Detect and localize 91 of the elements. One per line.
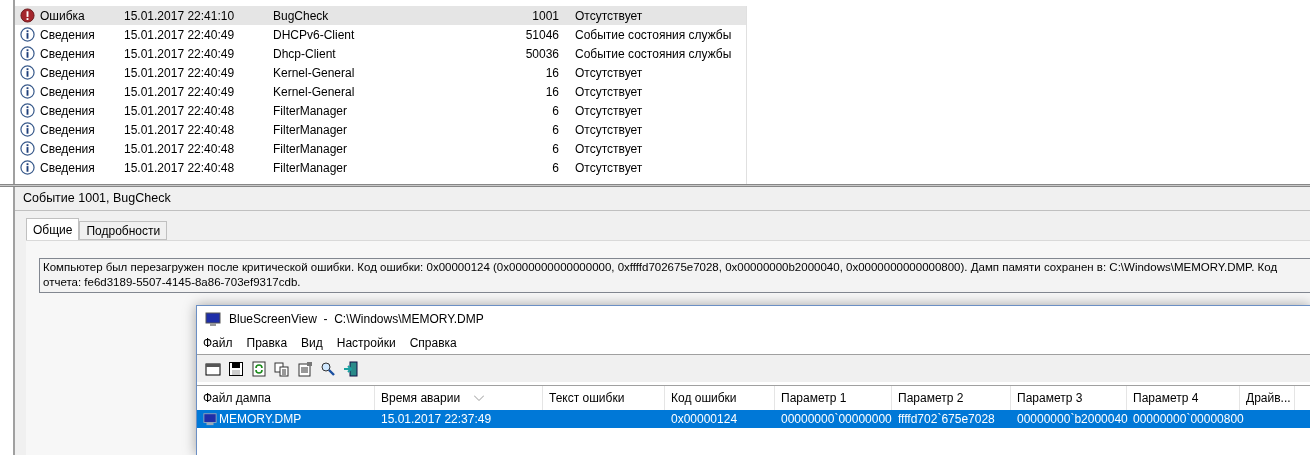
info-icon [20,141,35,156]
category-text: Отсутствует [574,159,643,177]
level-text: Сведения [40,64,96,82]
event-id-text: 6 [551,102,559,120]
event-row[interactable]: Сведения 15.01.2017 22:40:48 FilterManager 6 Отсутствует [15,120,746,139]
source-text: Dhcp-Client [273,45,337,63]
table-cell-text: 00000000`b2000040 [1017,411,1128,428]
source-text: FilterManager [273,159,349,177]
source-text: FilterManager [273,140,349,158]
table-cell-text: 0x00000124 [671,411,738,428]
source-text: FilterManager [273,102,349,120]
info-icon [20,65,35,80]
date-text: 15.01.2017 22:40:49 [124,64,236,82]
category-text: Отсутствует [574,64,643,82]
tab[interactable]: Подробности [79,221,168,240]
level-text: Сведения [40,26,96,44]
info-icon [20,160,35,175]
event-id-text: 1001 [531,7,559,25]
level-text: Сведения [40,140,96,158]
menu-item[interactable]: Вид [301,334,323,352]
category-text: Отсутствует [574,7,643,25]
table-cell-text: 00000000`00000000 [781,411,892,428]
date-text: 15.01.2017 22:40:48 [124,140,236,158]
table-cell-text: MEMORY.DMP [219,411,302,428]
event-id-text: 51046 [524,26,559,44]
menu-item[interactable]: Настройки [336,334,396,352]
save-icon[interactable] [228,360,244,377]
table-cell-text: 00000000`00000800 [1133,411,1244,428]
source-text: BugCheck [273,7,330,25]
sort-icon [474,395,485,401]
info-icon [20,46,35,61]
event-title: Событие 1001, BugCheck [23,190,171,208]
event-row[interactable]: Сведения 15.01.2017 22:40:49 Kernel-General 16 Отсутствует [15,63,746,82]
monitor-icon [203,412,217,426]
monitor-icon [205,311,221,327]
exit-icon[interactable] [343,360,359,377]
date-text: 15.01.2017 22:40:49 [124,45,236,63]
find-icon[interactable] [320,360,336,377]
level-text: Сведения [40,45,96,63]
level-text: Ошибка [40,7,86,25]
level-text: Сведения [40,102,96,120]
event-id-text: 50036 [524,45,559,63]
message-text: Компьютер был перезагружен после критической ошибки. Код ошибки: 0x00000124 (0x0000000000000000, 0xffffd702675e7028, 0x00000000b2000040, 0x0000000000000800). Дамп памяти сохранен в: C:\Windows\MEMORY.DMP. Код отчета: fe6d3189-5507-4145-8a86-703ef9317cdb. [39,258,1310,293]
event-id-text: 6 [551,159,559,177]
info-icon [20,84,35,99]
date-text: 15.01.2017 22:40:48 [124,102,236,120]
source-text: Kernel-General [273,83,356,101]
event-row[interactable]: Сведения 15.01.2017 22:40:49 DHCPv6-Client 51046 Событие состояния службы [15,25,746,44]
category-text: Событие состояния службы [574,45,732,63]
window-icon[interactable] [205,360,221,377]
source-text: DHCPv6-Client [273,26,356,44]
tab[interactable]: Общие [26,218,80,240]
properties-icon[interactable] [297,360,313,377]
category-text: Отсутствует [574,140,643,158]
category-text: Событие состояния службы [574,26,732,44]
menu-item[interactable]: Правка [246,334,288,352]
event-id-text: 6 [551,140,559,158]
date-text: 15.01.2017 22:40:49 [124,26,236,44]
category-text: Отсутствует [574,102,643,120]
event-row[interactable]: Сведения 15.01.2017 22:40:49 Dhcp-Client 50036 Событие состояния службы [15,44,746,63]
category-text: Отсутствует [574,121,643,139]
source-text: FilterManager [273,121,349,139]
event-id-text: 16 [544,64,559,82]
table-cell-text: 15.01.2017 22:37:49 [381,411,492,428]
info-icon [20,103,35,118]
menu-item[interactable]: Справка [409,334,457,352]
event-row[interactable]: Сведения 15.01.2017 22:40:48 FilterManager 6 Отсутствует [15,158,746,177]
error-icon [20,8,35,23]
level-text: Сведения [40,83,96,101]
category-text: Отсутствует [574,83,643,101]
level-text: Сведения [40,159,96,177]
info-icon [20,27,35,42]
refresh-icon[interactable] [251,360,267,377]
info-icon [20,122,35,137]
source-text: Kernel-General [273,64,356,82]
date-text: 15.01.2017 22:40:48 [124,159,236,177]
event-row[interactable]: Сведения 15.01.2017 22:40:48 FilterManager 6 Отсутствует [15,101,746,120]
copy-icon[interactable] [274,360,290,377]
menu-item[interactable]: Файл [203,334,233,352]
table-cell-text: ffffd702`675e7028 [898,411,995,428]
date-text: 15.01.2017 22:40:48 [124,121,236,139]
date-text: 15.01.2017 22:40:49 [124,83,236,101]
event-row[interactable]: Ошибка 15.01.2017 22:41:10 BugCheck 1001 Отсутствует [15,6,746,25]
date-text: 15.01.2017 22:41:10 [124,7,236,25]
event-row[interactable]: Сведения 15.01.2017 22:40:49 Kernel-General 16 Отсутствует [15,82,746,101]
level-text: Сведения [40,121,96,139]
event-id-text: 16 [544,83,559,101]
event-row[interactable]: Сведения 15.01.2017 22:40:48 FilterManager 6 Отсутствует [15,139,746,158]
event-id-text: 6 [551,121,559,139]
dump-row[interactable]: MEMORY.DMP 15.01.2017 22:37:49 0x00000124 00000000`00000000 ffffd702`675e7028 00000000`b2000040 00000000`00000800 [197,410,1310,428]
window-title: BlueScreenView - C:\Windows\MEMORY.DMP [229,311,484,328]
